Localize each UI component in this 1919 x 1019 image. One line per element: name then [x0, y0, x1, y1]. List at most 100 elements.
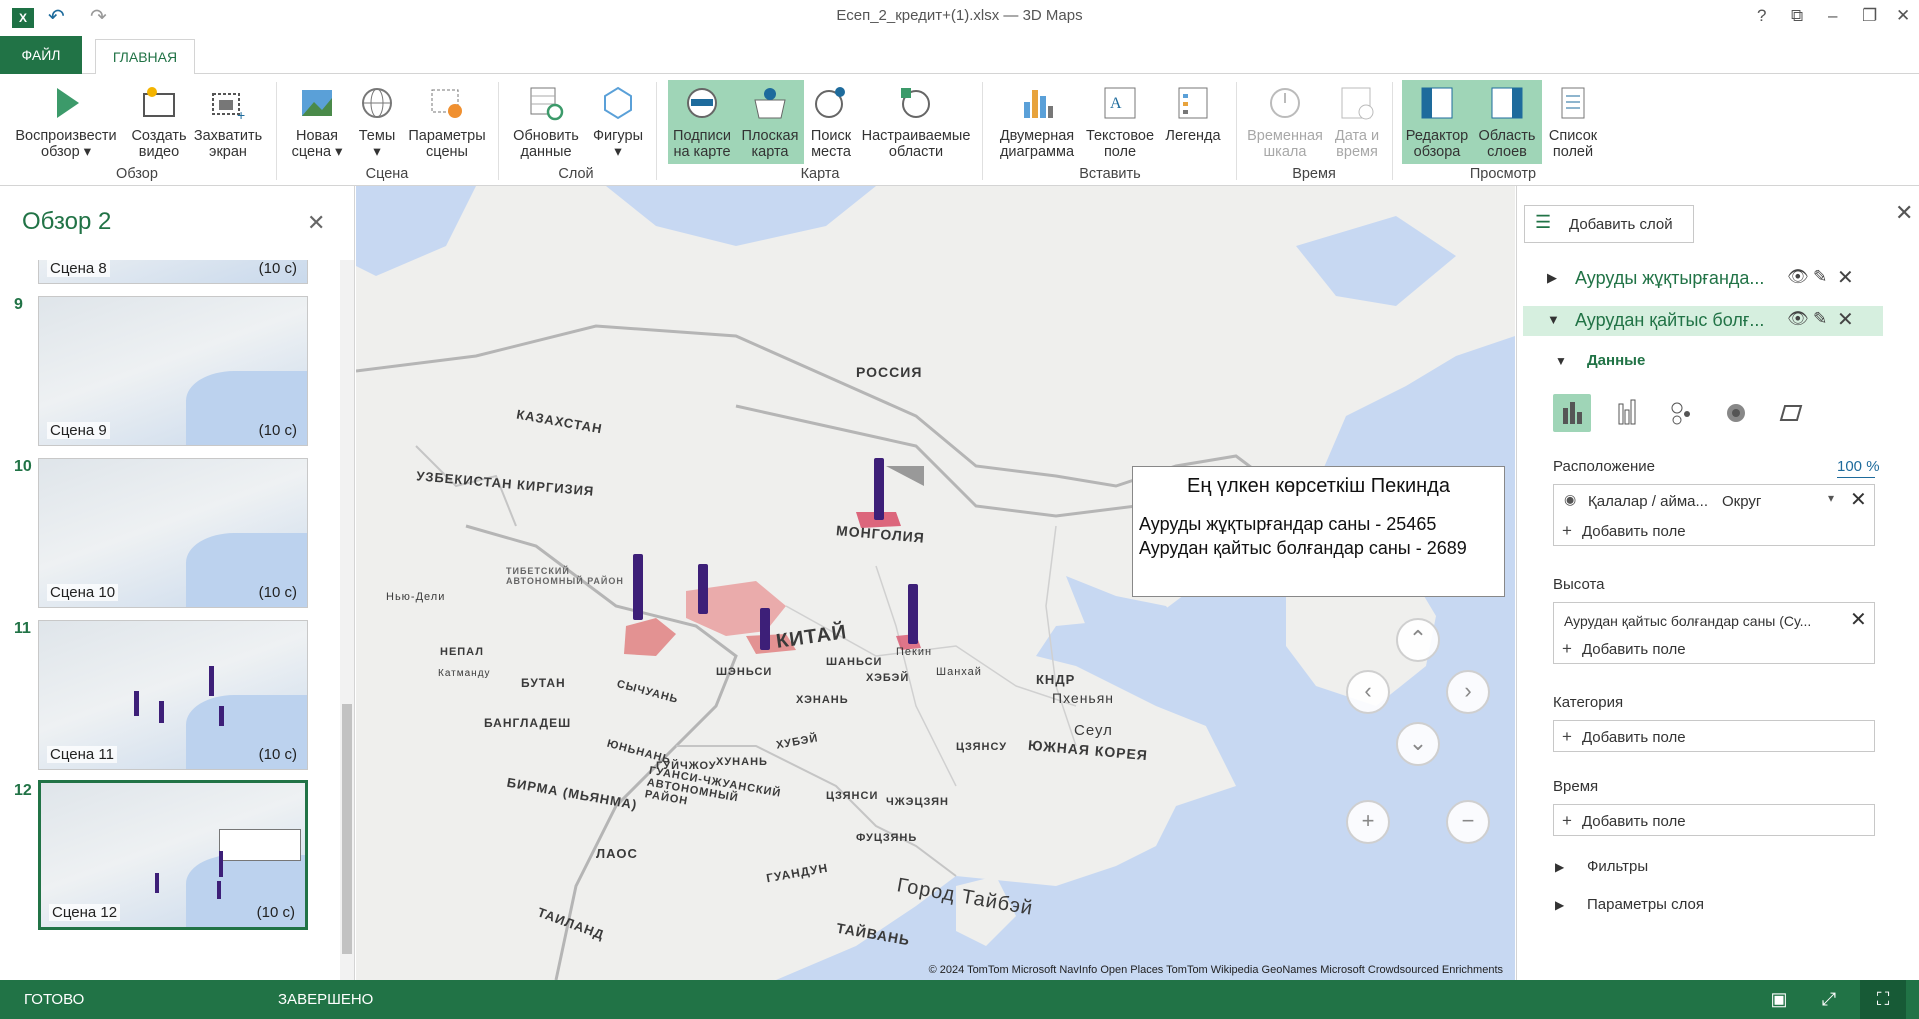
field-list-button[interactable]: Список полей: [1542, 80, 1604, 164]
themes-button[interactable]: Темы ▾: [352, 80, 402, 164]
full-view-icon[interactable]: ⛶: [1860, 980, 1906, 1019]
layer-item[interactable]: ▶ Ауруды жұқтырғанда... 👁 ✎ ✕: [1523, 264, 1883, 294]
expand-icon[interactable]: ▶: [1555, 860, 1564, 874]
add-field-button[interactable]: + Добавить поле: [1562, 639, 1686, 659]
zoom-in-button[interactable]: +: [1346, 800, 1390, 844]
scene-number: 12: [14, 782, 32, 799]
category-label: Категория: [1553, 694, 1624, 711]
shapes-button[interactable]: Фигуры ▾: [590, 80, 646, 164]
remove-field-icon[interactable]: ✕: [1850, 487, 1867, 512]
add-field-button[interactable]: + Добавить поле: [1562, 727, 1686, 747]
tilt-up-button[interactable]: ⌃: [1396, 618, 1440, 662]
column-hubei[interactable]: [698, 564, 708, 614]
map-labels-button[interactable]: Подписи на карте: [668, 80, 736, 164]
bubble-icon[interactable]: [1663, 394, 1701, 432]
scene-thumbnail[interactable]: Сцена 8 (10 с): [38, 260, 308, 284]
text-box-button[interactable]: A Текстовое поле: [1084, 80, 1156, 164]
scrollbar[interactable]: [340, 260, 354, 980]
scene-duration: (10 с): [258, 422, 297, 439]
new-scene-button[interactable]: Новая сцена ▾: [284, 80, 350, 164]
layer-options-section[interactable]: Параметры слоя: [1587, 896, 1704, 913]
map-label-henan: ХЭНАНЬ: [796, 694, 849, 706]
delete-icon[interactable]: ✕: [1837, 265, 1854, 290]
tour-editor-button[interactable]: Редактор обзора: [1402, 80, 1472, 164]
tilt-down-button[interactable]: ⌄: [1396, 722, 1440, 766]
ribbon-separator: [276, 82, 277, 180]
layer-pane-button[interactable]: Область слоев: [1472, 80, 1542, 164]
add-field-button[interactable]: + Добавить поле: [1562, 811, 1686, 831]
close-icon[interactable]: ✕: [1896, 6, 1910, 26]
location-field-name[interactable]: Қалалар / айма...: [1588, 493, 1708, 510]
map-label-bhutan: БУТАН: [521, 676, 566, 690]
layer-item-selected[interactable]: ▼ Аурудан қайтыс болғ... 👁 ✎ ✕: [1523, 306, 1883, 336]
picture-view-icon[interactable]: ▣: [1756, 980, 1802, 1019]
tab-file[interactable]: ФАЙЛ: [0, 36, 82, 74]
find-location-button[interactable]: Поиск места: [806, 80, 856, 164]
column-shanghai[interactable]: [908, 584, 918, 644]
custom-regions-button[interactable]: Настраиваемые области: [860, 80, 972, 164]
tour-editor-icon: [1421, 87, 1453, 119]
scene-thumbnail[interactable]: Сцена 9 (10 с): [38, 296, 308, 446]
height-field-name[interactable]: Аурудан қайтыс болғандар саны (Су...: [1564, 613, 1811, 629]
scene-thumbnail[interactable]: Сцена 10 (10 с): [38, 458, 308, 608]
dropdown-icon[interactable]: ▾: [1828, 491, 1834, 505]
scene-caption: Сцена 10: [47, 584, 119, 601]
map-label-laos: ЛАОС: [596, 846, 638, 861]
heat-map-icon[interactable]: [1717, 394, 1755, 432]
scene-thumbnail[interactable]: Сцена 11 (10 с): [38, 620, 308, 770]
add-field-button[interactable]: + Добавить поле: [1562, 521, 1686, 541]
radio-icon[interactable]: ◉: [1564, 491, 1576, 508]
capture-screen-button[interactable]: + Захватить экран: [192, 80, 264, 164]
edit-icon[interactable]: ✎: [1813, 267, 1827, 287]
map-labels-icon: [687, 88, 717, 118]
layer-name: Ауруды жұқтырғанда...: [1575, 268, 1765, 288]
help-icon[interactable]: ?: [1757, 6, 1766, 26]
fullscreen-icon[interactable]: ⧉: [1791, 6, 1803, 26]
refresh-data-button[interactable]: Обновить данные: [506, 80, 586, 164]
column-hunan[interactable]: [760, 608, 770, 650]
clustered-column-icon[interactable]: [1609, 394, 1647, 432]
eye-icon[interactable]: 👁: [1787, 309, 1809, 329]
scene-thumbnail-active[interactable]: Сцена 12 (10 с): [38, 780, 308, 930]
date-time-button[interactable]: Дата и время: [1330, 80, 1384, 164]
flat-map-button[interactable]: Плоская карта: [736, 80, 804, 164]
legend-button[interactable]: Легенда: [1160, 80, 1226, 164]
collapse-icon[interactable]: ▼: [1555, 354, 1567, 368]
2d-chart-button[interactable]: Двумерная диаграмма: [994, 80, 1080, 164]
map-canvas[interactable]: РОССИЯ КАЗАХСТАН УЗБЕКИСТАН КИРГИЗИЯ МОН…: [356, 186, 1515, 980]
delete-icon[interactable]: ✕: [1837, 307, 1854, 332]
minimize-icon[interactable]: –: [1828, 6, 1837, 26]
fit-view-icon[interactable]: ⤢: [1806, 980, 1852, 1019]
play-tour-button[interactable]: Воспроизвести обзор ▾: [10, 80, 122, 164]
rotate-right-button[interactable]: ›: [1446, 670, 1490, 714]
location-percent[interactable]: 100 %: [1837, 458, 1880, 475]
close-pane-icon[interactable]: ✕: [1895, 200, 1913, 226]
zoom-out-button[interactable]: −: [1446, 800, 1490, 844]
scene-options-button[interactable]: Параметры сцены: [404, 80, 490, 164]
expand-icon[interactable]: ▶: [1547, 270, 1557, 286]
stacked-column-icon[interactable]: [1553, 394, 1591, 432]
rotate-left-button[interactable]: ‹: [1346, 670, 1390, 714]
close-pane-icon[interactable]: ✕: [307, 210, 325, 236]
collapse-icon[interactable]: ▼: [1547, 312, 1560, 327]
create-video-button[interactable]: Создать видео: [128, 80, 190, 164]
column-sichuan[interactable]: [633, 554, 643, 620]
location-field-type[interactable]: Округ: [1722, 493, 1761, 510]
eye-icon[interactable]: 👁: [1787, 267, 1809, 287]
scrollbar-thumb[interactable]: [342, 704, 352, 954]
shapes-icon: [604, 86, 632, 120]
percent-underline: [1837, 477, 1875, 478]
time-field-box: + Добавить поле: [1553, 804, 1875, 836]
edit-icon[interactable]: ✎: [1813, 309, 1827, 329]
timeline-button[interactable]: Временная шкала: [1244, 80, 1326, 164]
plus-icon: +: [1562, 521, 1572, 540]
remove-field-icon[interactable]: ✕: [1850, 607, 1867, 632]
tab-home[interactable]: ГЛАВНАЯ: [95, 39, 195, 75]
expand-icon[interactable]: ▶: [1555, 898, 1564, 912]
restore-icon[interactable]: ❐: [1862, 6, 1877, 26]
add-layer-button[interactable]: ☰ Добавить слой: [1524, 205, 1694, 243]
column-beijing[interactable]: [874, 458, 884, 520]
svg-text:+: +: [237, 107, 245, 122]
region-icon[interactable]: [1771, 394, 1809, 432]
filters-section[interactable]: Фильтры: [1587, 858, 1648, 875]
